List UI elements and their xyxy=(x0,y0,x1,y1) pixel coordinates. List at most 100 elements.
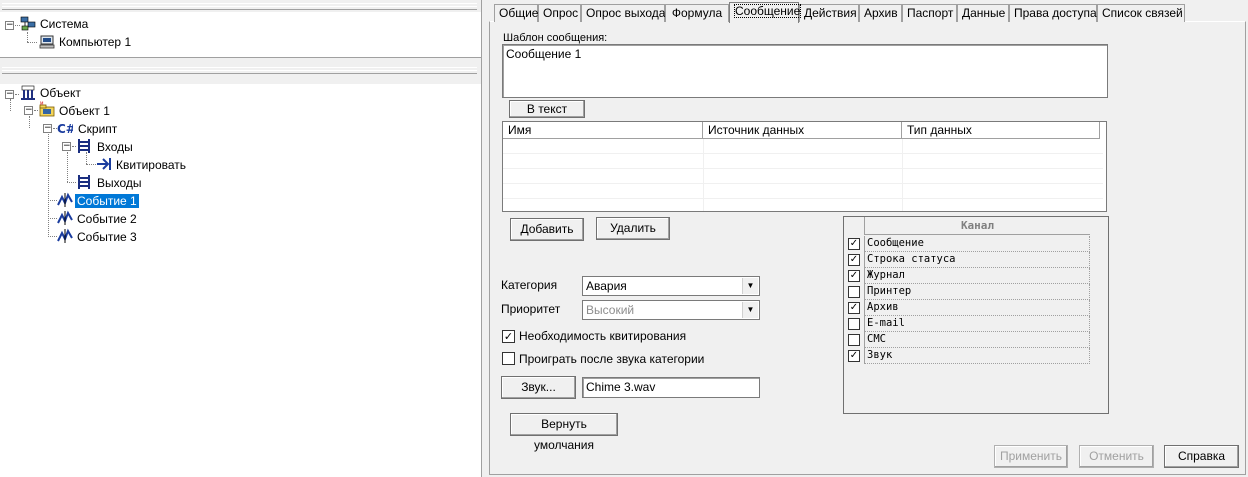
column-header-name[interactable]: Имя xyxy=(503,122,703,139)
collapse-icon[interactable]: − xyxy=(5,90,14,99)
tree-node-label: Объект 1 xyxy=(59,104,110,118)
table-row xyxy=(503,154,1103,169)
tree-node-event-3[interactable]: Событие 3 xyxy=(75,228,139,246)
priority-label: Приоритет xyxy=(501,302,561,316)
channel-checkbox-printer[interactable] xyxy=(848,286,860,298)
channel-checkbox-message[interactable]: ✓ xyxy=(848,238,860,250)
channel-checkbox-status-line[interactable]: ✓ xyxy=(848,254,860,266)
restore-defaults-button[interactable]: Вернуть умолчания xyxy=(510,413,618,452)
tab-actions[interactable]: Действия xyxy=(799,4,859,22)
channels-header: Канал xyxy=(864,217,1090,235)
play-after-label: Проиграть после звука категории xyxy=(519,352,705,366)
help-button[interactable]: Справка xyxy=(1164,445,1239,468)
tree-node-label: Событие 1 xyxy=(75,194,139,208)
system-tree: − Система Компьютер 1 xyxy=(0,12,481,58)
collapse-icon[interactable]: − xyxy=(62,142,71,151)
template-textarea[interactable]: Сообщение 1 xyxy=(502,44,1108,98)
channel-checkbox-sound[interactable]: ✓ xyxy=(848,350,860,362)
chevron-down-icon[interactable]: ▼ xyxy=(742,278,758,294)
tree-node-script[interactable]: Скрипт xyxy=(76,120,119,138)
tree-node-event-2[interactable]: Событие 2 xyxy=(75,210,139,228)
channel-item-status-line[interactable]: Строка статуса xyxy=(864,252,1090,268)
apply-button[interactable]: Применить xyxy=(994,445,1068,468)
tab-label: Права доступа xyxy=(1014,6,1097,20)
event-icon xyxy=(57,210,73,225)
tree-node-acknowledge[interactable]: Квитировать xyxy=(114,156,188,174)
channel-item-sound[interactable]: Звук xyxy=(864,348,1090,364)
tree-node-computer-1[interactable]: Компьютер 1 xyxy=(57,33,133,51)
cancel-button[interactable]: Отменить xyxy=(1079,445,1154,468)
tab-general[interactable]: Общие xyxy=(494,4,538,22)
tab-links-list[interactable]: Список связей xyxy=(1097,4,1185,22)
column-header-data-source[interactable]: Источник данных xyxy=(703,122,902,139)
channel-item-printer[interactable]: Принтер xyxy=(864,284,1090,300)
channel-item-sms[interactable]: СМС xyxy=(864,332,1090,348)
channel-checkbox-journal[interactable]: ✓ xyxy=(848,270,860,282)
object-root-icon xyxy=(21,85,35,100)
channel-checkbox-archive[interactable]: ✓ xyxy=(848,302,860,314)
play-after-checkbox[interactable] xyxy=(502,352,515,365)
tab-formula[interactable]: Формула xyxy=(665,4,729,22)
template-label: Шаблон сообщения: xyxy=(503,32,608,44)
channel-item-message[interactable]: Сообщение xyxy=(864,236,1090,252)
parameters-table[interactable]: Имя Источник данных Тип данных xyxy=(502,121,1107,212)
channels-list[interactable]: Канал ✓ Сообщение ✓ Строка статуса ✓ Жур… xyxy=(843,216,1109,414)
tab-output-polling[interactable]: Опрос выхода xyxy=(581,4,665,22)
tab-label: Архив xyxy=(864,6,898,20)
channel-item-archive[interactable]: Архив xyxy=(864,300,1090,316)
category-select[interactable]: Авария ▼ xyxy=(582,276,760,296)
delete-button[interactable]: Удалить xyxy=(596,217,670,240)
tab-message[interactable]: Сообщение xyxy=(729,2,802,23)
sound-button[interactable]: Звук... xyxy=(501,376,576,399)
table-row xyxy=(503,169,1103,184)
tree-node-label: Объект xyxy=(40,86,81,100)
tab-access-rights[interactable]: Права доступа xyxy=(1009,4,1097,22)
tree-node-inputs[interactable]: Входы xyxy=(95,138,135,156)
middle-splitter[interactable] xyxy=(0,66,481,74)
sound-file-input[interactable]: Chime 3.wav xyxy=(582,377,760,398)
collapse-icon[interactable]: − xyxy=(43,124,52,133)
tree-node-label: Событие 2 xyxy=(77,212,137,226)
tree-node-label: Скрипт xyxy=(78,122,118,136)
table-row xyxy=(503,139,1103,154)
chevron-down-icon: ▼ xyxy=(742,302,758,318)
tab-label: Опрос xyxy=(543,6,579,20)
tab-passport[interactable]: Паспорт xyxy=(902,4,957,22)
column-divider xyxy=(703,139,704,211)
tab-archive[interactable]: Архив xyxy=(859,4,902,22)
tree-node-object-root[interactable]: Объект xyxy=(38,84,83,102)
priority-value: Высокий xyxy=(586,303,635,317)
top-splitter[interactable] xyxy=(0,2,481,10)
event-icon xyxy=(57,228,73,243)
object-icon: M xyxy=(39,101,55,117)
collapse-icon[interactable]: − xyxy=(5,21,14,30)
tree-node-event-1[interactable]: Событие 1 xyxy=(75,192,139,210)
tab-label: Опрос выхода xyxy=(586,6,666,20)
channel-item-email[interactable]: E-mail xyxy=(864,316,1090,332)
channel-checkbox-email[interactable] xyxy=(848,318,860,330)
tree-node-label: Событие 3 xyxy=(77,230,137,244)
network-icon xyxy=(20,16,36,31)
need-ack-checkbox[interactable]: ✓ xyxy=(502,330,515,343)
computer-icon xyxy=(39,35,55,49)
table-row xyxy=(503,184,1103,199)
svg-text:M: M xyxy=(40,101,44,106)
column-header-data-type[interactable]: Тип данных xyxy=(902,122,1100,139)
tab-label: Сообщение xyxy=(734,4,802,18)
tab-polling[interactable]: Опрос xyxy=(538,4,581,22)
channel-item-journal[interactable]: Журнал xyxy=(864,268,1090,284)
tree-node-object-1[interactable]: Объект 1 xyxy=(57,102,112,120)
to-text-button[interactable]: В текст xyxy=(509,100,585,118)
arrow-input-icon xyxy=(97,158,111,170)
tree-node-outputs[interactable]: Выходы xyxy=(95,174,144,192)
add-button[interactable]: Добавить xyxy=(510,218,584,241)
collapse-icon[interactable]: − xyxy=(24,106,33,115)
vertical-splitter[interactable] xyxy=(481,0,489,477)
tab-data[interactable]: Данные xyxy=(957,4,1009,22)
channel-checkbox-sms[interactable] xyxy=(848,334,860,346)
tab-label: Данные xyxy=(962,6,1006,20)
category-label: Категория xyxy=(501,278,558,292)
tab-label: Список связей xyxy=(1102,6,1183,20)
tree-node-system[interactable]: Система xyxy=(38,15,90,33)
tree-node-label: Выходы xyxy=(97,176,142,190)
